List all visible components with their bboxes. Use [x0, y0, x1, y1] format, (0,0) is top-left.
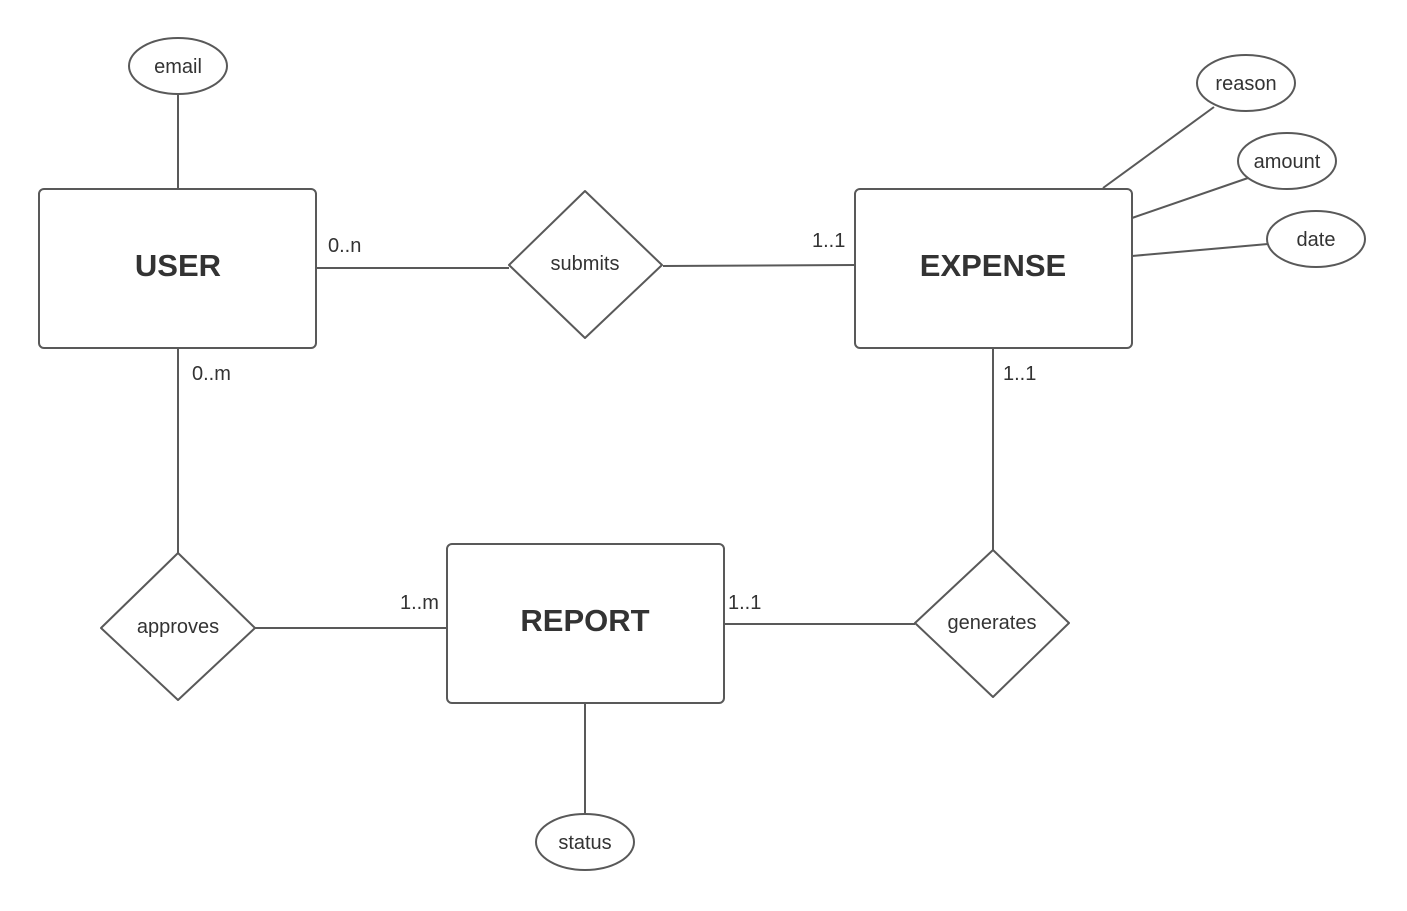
relationship-generates[interactable]: generates: [914, 549, 1070, 698]
entity-expense[interactable]: EXPENSE: [854, 188, 1133, 349]
relationship-submits[interactable]: submits: [508, 190, 663, 339]
attribute-email[interactable]: email: [128, 37, 228, 95]
entity-user[interactable]: USER: [38, 188, 317, 349]
cardinality-expense-submits: 1..1: [812, 230, 845, 252]
cardinality-expense-generates: 1..1: [1003, 363, 1036, 385]
cardinality-report-generates: 1..1: [728, 592, 761, 614]
attribute-date[interactable]: date: [1266, 210, 1366, 268]
er-diagram: USER EXPENSE REPORT submits approves gen…: [38, 37, 1366, 871]
connector-submits-expense: [662, 264, 856, 267]
cardinality-user-submits: 0..n: [328, 235, 361, 257]
attribute-date-label: date: [1297, 229, 1336, 251]
attribute-amount-label: amount: [1254, 151, 1321, 173]
attribute-reason-label: reason: [1215, 73, 1276, 95]
connector-expense-date: [1131, 243, 1269, 257]
attribute-reason[interactable]: reason: [1196, 54, 1296, 112]
relationship-generates-label: generates: [948, 612, 1037, 634]
attribute-email-label: email: [154, 56, 202, 78]
relationship-approves[interactable]: approves: [100, 552, 256, 701]
attribute-amount[interactable]: amount: [1237, 132, 1337, 190]
entity-report[interactable]: REPORT: [446, 543, 725, 704]
attribute-status[interactable]: status: [535, 813, 635, 871]
relationship-submits-label: submits: [551, 253, 620, 275]
connector-expense-reason: [1102, 106, 1215, 189]
entity-expense-label: EXPENSE: [920, 248, 1066, 283]
cardinality-user-approves: 0..m: [192, 363, 231, 385]
entity-user-label: USER: [135, 248, 221, 283]
relationship-approves-label: approves: [137, 616, 219, 638]
entity-report-label: REPORT: [520, 603, 649, 638]
connector-expense-amount: [1131, 177, 1249, 219]
attribute-status-label: status: [558, 832, 611, 854]
cardinality-report-approves: 1..m: [400, 592, 439, 614]
